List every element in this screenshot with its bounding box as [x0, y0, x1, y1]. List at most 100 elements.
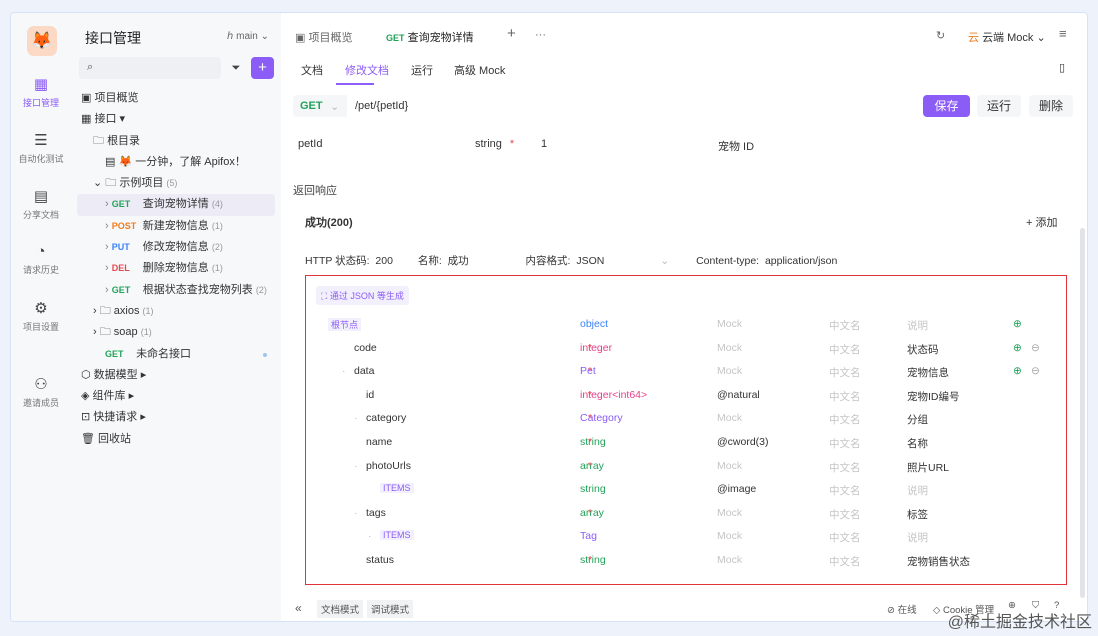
- remove-field-icon[interactable]: ⊖: [1031, 342, 1040, 354]
- tree-endpoint[interactable]: › POST 新建宠物信息 (1): [71, 216, 281, 237]
- add-button[interactable]: +: [251, 57, 274, 79]
- field-mock[interactable]: @cword(3): [717, 436, 769, 448]
- add-field-icon[interactable]: ⊕: [1013, 342, 1022, 354]
- field-name[interactable]: tags: [366, 507, 386, 519]
- field-desc[interactable]: 标签: [907, 507, 928, 522]
- field-mock[interactable]: Mock: [717, 554, 742, 566]
- tab-overview[interactable]: ▣ 项目概览: [295, 29, 352, 45]
- rail-invite[interactable]: ⚇ 邀请成员: [11, 375, 71, 409]
- tree-folder-example[interactable]: ⌄ 🗀 示例项目 (5): [71, 173, 281, 194]
- search-input[interactable]: ⌕: [79, 57, 221, 79]
- tree-trash[interactable]: 🗑 回收站: [71, 429, 281, 450]
- rail-settings[interactable]: ⚙ 项目设置: [11, 299, 71, 333]
- field-desc[interactable]: 说明: [907, 318, 928, 333]
- debug-mode-button[interactable]: 调试模式: [367, 600, 414, 618]
- add-field-icon[interactable]: ⊕: [1013, 318, 1022, 330]
- filter-button[interactable]: ⏷: [225, 57, 247, 79]
- field-cn-name[interactable]: 中文名: [829, 412, 861, 427]
- field-desc[interactable]: 说明: [907, 530, 928, 545]
- field-cn-name[interactable]: 中文名: [829, 507, 861, 522]
- remove-field-icon[interactable]: ⊖: [1031, 365, 1040, 377]
- rail-history[interactable]: ◔ 请求历史: [11, 243, 71, 276]
- tab-active-endpoint[interactable]: GET 查询宠物详情: [386, 29, 474, 45]
- expand-toggle[interactable]: ·: [342, 365, 346, 377]
- refresh-icon[interactable]: ↻: [936, 29, 945, 42]
- param-value[interactable]: 1: [541, 138, 547, 150]
- field-mock[interactable]: @image: [717, 483, 756, 495]
- tree-endpoint[interactable]: › PUT 修改宠物信息 (2): [71, 237, 281, 258]
- method-select[interactable]: GET: [300, 100, 323, 112]
- field-desc[interactable]: 说明: [907, 483, 928, 498]
- field-name[interactable]: 根节点: [328, 318, 362, 331]
- field-desc[interactable]: 宠物信息: [907, 365, 949, 380]
- tree-overview[interactable]: ▣ 项目概览: [71, 88, 281, 109]
- layout-toggle-icon[interactable]: ▯: [1059, 61, 1065, 74]
- expand-toggle[interactable]: ·: [354, 507, 358, 519]
- rail-share-doc[interactable]: ▤ 分享文档: [11, 187, 71, 221]
- delete-button[interactable]: 删除: [1029, 95, 1073, 117]
- field-cn-name[interactable]: 中文名: [829, 460, 861, 475]
- tree-endpoint[interactable]: › GET 根据状态查找宠物列表 (2): [71, 280, 281, 301]
- format-select[interactable]: JSON: [576, 255, 604, 267]
- scrollbar[interactable]: [1080, 228, 1085, 598]
- menu-icon[interactable]: ≡: [1059, 26, 1067, 41]
- field-name[interactable]: category: [366, 412, 406, 424]
- field-desc[interactable]: 状态码: [907, 342, 939, 357]
- response-name-input[interactable]: 成功: [448, 255, 469, 267]
- field-mock[interactable]: Mock: [717, 530, 742, 542]
- generate-from-json-button[interactable]: ⛶ 通过 JSON 等生成: [316, 286, 409, 305]
- field-cn-name[interactable]: 中文名: [829, 365, 861, 380]
- tree-folder-soap[interactable]: › 🗀 soap (1): [71, 322, 281, 343]
- tree-endpoint[interactable]: › GET 查询宠物详情 (4): [77, 194, 275, 216]
- field-mock[interactable]: Mock: [717, 412, 742, 424]
- field-mock[interactable]: Mock: [717, 342, 742, 354]
- add-field-icon[interactable]: ⊕: [1013, 365, 1022, 377]
- env-selector[interactable]: 云 云端 Mock ⌄: [968, 29, 1046, 45]
- field-name[interactable]: data: [354, 365, 374, 377]
- more-tabs-button[interactable]: ···: [535, 29, 546, 41]
- subtab-edit-doc[interactable]: 修改文档: [345, 62, 389, 78]
- field-cn-name[interactable]: 中文名: [829, 483, 861, 498]
- expand-toggle[interactable]: ·: [354, 460, 358, 472]
- tree-endpoint[interactable]: › DEL 删除宠物信息 (1): [71, 258, 281, 279]
- save-button[interactable]: 保存: [923, 95, 970, 117]
- field-name[interactable]: ITEMS: [380, 530, 414, 541]
- field-mock[interactable]: Mock: [717, 318, 742, 330]
- collapse-icon[interactable]: «: [295, 601, 302, 615]
- field-mock[interactable]: @natural: [717, 389, 760, 401]
- param-desc[interactable]: 宠物 ID: [718, 138, 754, 154]
- tree-folder-axios[interactable]: › 🗀 axios (1): [71, 301, 281, 322]
- field-cn-name[interactable]: 中文名: [829, 530, 861, 545]
- response-tab-200[interactable]: 成功(200): [305, 214, 353, 230]
- subtab-run[interactable]: 运行: [411, 62, 433, 78]
- subtab-doc[interactable]: 文档: [301, 62, 323, 78]
- online-status[interactable]: ⊘ 在线: [887, 602, 917, 616]
- tree-components[interactable]: ◈ 组件库 ▸: [71, 386, 281, 407]
- tree-api[interactable]: ▦ 接口 ▾: [71, 109, 281, 130]
- field-cn-name[interactable]: 中文名: [829, 389, 861, 404]
- status-code-input[interactable]: 200: [375, 255, 393, 267]
- branch-selector[interactable]: ℎ main ⌄: [227, 31, 269, 42]
- field-cn-name[interactable]: 中文名: [829, 436, 861, 451]
- field-cn-name[interactable]: 中文名: [829, 554, 861, 569]
- field-name[interactable]: photoUrls: [366, 460, 411, 472]
- field-mock[interactable]: Mock: [717, 365, 742, 377]
- field-name[interactable]: code: [354, 342, 377, 354]
- field-cn-name[interactable]: 中文名: [829, 318, 861, 333]
- field-mock[interactable]: Mock: [717, 460, 742, 472]
- rail-api-management[interactable]: ▦ 接口管理: [11, 75, 71, 109]
- field-name[interactable]: name: [366, 436, 392, 448]
- tree-data-models[interactable]: ⬡ 数据模型 ▸: [71, 365, 281, 386]
- new-tab-button[interactable]: +: [507, 25, 516, 42]
- expand-toggle[interactable]: ·: [368, 530, 372, 542]
- field-desc[interactable]: 名称: [907, 436, 928, 451]
- tree-intro-doc[interactable]: ▤ 🦊 一分钟，了解 Apifox！: [71, 152, 281, 173]
- field-name[interactable]: ITEMS: [380, 483, 414, 494]
- rail-automation[interactable]: ☰ 自动化测试: [11, 131, 71, 165]
- tree-quick-request[interactable]: ⊡ 快捷请求 ▸: [71, 407, 281, 428]
- subtab-advanced-mock[interactable]: 高级 Mock: [454, 62, 505, 78]
- field-name[interactable]: status: [366, 554, 394, 566]
- add-response-button[interactable]: + 添加: [1026, 214, 1057, 230]
- field-cn-name[interactable]: 中文名: [829, 342, 861, 357]
- field-desc[interactable]: 照片URL: [907, 460, 949, 475]
